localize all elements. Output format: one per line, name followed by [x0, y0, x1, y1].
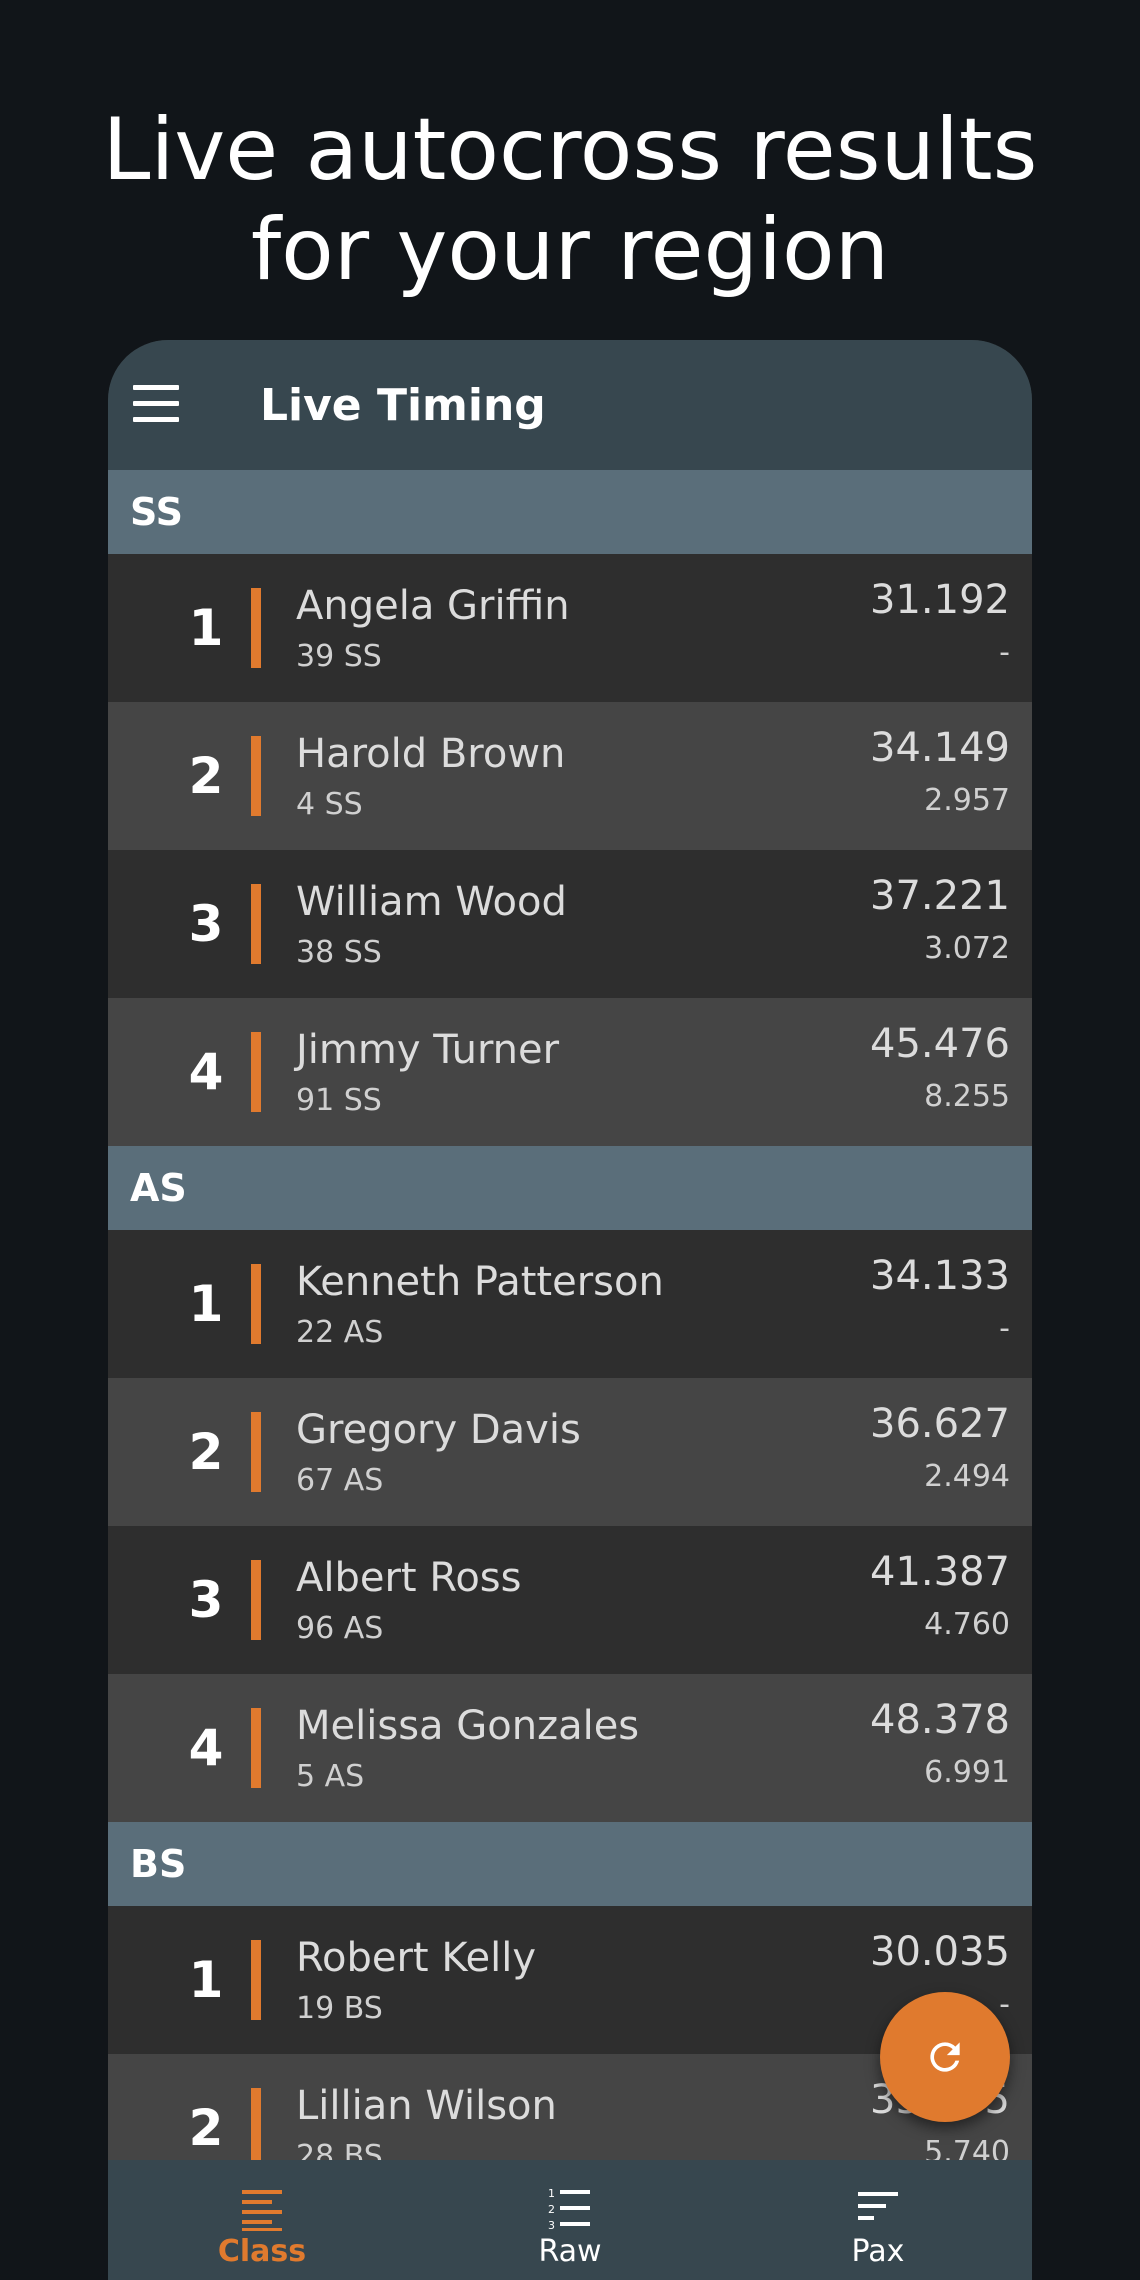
time-difference: 2.957 [924, 783, 1010, 818]
time-difference: - [999, 1311, 1010, 1346]
car-number: 5 AS [296, 1759, 365, 1794]
class-color-bar [251, 1560, 261, 1640]
time-difference: - [999, 1987, 1010, 2022]
nav-label-class: Class [217, 2234, 307, 2269]
class-color-bar [251, 884, 261, 964]
results-list[interactable]: SS 1 Angela Griffin 39 SS 31.192 - 2 Harold Bro… [108, 470, 1032, 2170]
lap-time: 48.378 [870, 1697, 1010, 1743]
position-number: 4 [188, 1043, 224, 1101]
driver-name: Melissa Gonzales [296, 1703, 640, 1749]
nav-tab-class[interactable]: Class [108, 2160, 416, 2280]
result-row[interactable]: 4 Jimmy Turner 91 SS 45.476 8.255 [108, 998, 1032, 1146]
car-number: 19 BS [296, 1991, 383, 2026]
time-difference: 6.991 [924, 1755, 1010, 1790]
bottom-navigation: Class 1 2 3 Raw Pax [108, 2160, 1032, 2280]
position-number: 2 [188, 2099, 224, 2157]
car-number: 39 SS [296, 639, 382, 674]
car-number: 4 SS [296, 787, 363, 822]
class-color-bar [251, 1032, 261, 1112]
nav-label-pax: Pax [851, 2234, 905, 2269]
position-number: 1 [188, 599, 224, 657]
class-color-bar [251, 1264, 261, 1344]
car-number: 91 SS [296, 1083, 382, 1118]
refresh-icon [930, 2042, 960, 2072]
class-header: BS [108, 1822, 1032, 1906]
lap-time: 36.627 [870, 1401, 1010, 1447]
car-number: 38 SS [296, 935, 382, 970]
class-header: SS [108, 470, 1032, 554]
driver-name: Gregory Davis [296, 1407, 581, 1453]
car-number: 67 AS [296, 1463, 384, 1498]
driver-name: Angela Griffin [296, 583, 570, 629]
car-number: 96 AS [296, 1611, 384, 1646]
position-number: 1 [188, 1951, 224, 2009]
headline-line-1: Live autocross results [102, 100, 1038, 200]
driver-name: William Wood [296, 879, 567, 925]
nav-label-raw: Raw [538, 2234, 602, 2269]
class-color-bar [251, 1708, 261, 1788]
position-number: 2 [188, 747, 224, 805]
car-number: 22 AS [296, 1315, 384, 1350]
svg-text:3: 3 [548, 2219, 555, 2232]
result-row[interactable]: 2 Gregory Davis 67 AS 36.627 2.494 [108, 1378, 1032, 1526]
class-color-bar [251, 588, 261, 668]
result-row[interactable]: 3 Albert Ross 96 AS 41.387 4.760 [108, 1526, 1032, 1674]
driver-name: Jimmy Turner [296, 1027, 560, 1073]
headline-line-2: for your region [250, 200, 890, 300]
driver-name: Kenneth Patterson [296, 1259, 664, 1305]
lap-time: 30.035 [870, 1929, 1010, 1975]
result-row[interactable]: 3 William Wood 38 SS 37.221 3.072 [108, 850, 1032, 998]
nav-tab-raw[interactable]: 1 2 3 Raw [416, 2160, 724, 2280]
time-difference: 2.494 [924, 1459, 1010, 1494]
lap-time: 37.221 [870, 873, 1010, 919]
result-row[interactable]: 4 Melissa Gonzales 5 AS 48.378 6.991 [108, 1674, 1032, 1822]
svg-text:1: 1 [548, 2187, 555, 2200]
svg-text:2: 2 [548, 2203, 555, 2216]
class-list-icon [242, 2190, 282, 2231]
class-color-bar [251, 736, 261, 816]
driver-name: Harold Brown [296, 731, 566, 777]
lap-time: 34.133 [870, 1253, 1010, 1299]
app-title: Live Timing [260, 380, 546, 431]
menu-icon[interactable] [133, 385, 179, 425]
numbered-list-icon: 1 2 3 [548, 2187, 590, 2232]
class-header: AS [108, 1146, 1032, 1230]
phone-screen: Live Timing SS 1 Angela Griffin 39 SS 31.192… [108, 340, 1032, 2280]
sort-icon [858, 2192, 898, 2220]
class-color-bar [251, 1940, 261, 2020]
result-row[interactable]: 1 Angela Griffin 39 SS 31.192 - [108, 554, 1032, 702]
class-color-bar [251, 2088, 261, 2168]
position-number: 3 [188, 895, 224, 953]
result-row[interactable]: 2 Harold Brown 4 SS 34.149 2.957 [108, 702, 1032, 850]
lap-time: 31.192 [870, 577, 1010, 623]
time-difference: 8.255 [924, 1079, 1010, 1114]
lap-time: 34.149 [870, 725, 1010, 771]
driver-name: Albert Ross [296, 1555, 522, 1601]
app-bar: Live Timing [108, 340, 1032, 470]
lap-time: 41.387 [870, 1549, 1010, 1595]
position-number: 1 [188, 1275, 224, 1333]
nav-tab-pax[interactable]: Pax [724, 2160, 1032, 2280]
time-difference: 4.760 [924, 1607, 1010, 1642]
time-difference: 3.072 [924, 931, 1010, 966]
time-difference: - [999, 635, 1010, 670]
result-row[interactable]: 1 Kenneth Patterson 22 AS 34.133 - [108, 1230, 1032, 1378]
promo-headline: Live autocross results for your region [0, 100, 1140, 300]
position-number: 2 [188, 1423, 224, 1481]
driver-name: Robert Kelly [296, 1935, 537, 1981]
lap-time: 45.476 [870, 1021, 1010, 1067]
driver-name: Lillian Wilson [296, 2083, 557, 2129]
position-number: 3 [188, 1571, 224, 1629]
position-number: 4 [188, 1719, 224, 1777]
class-color-bar [251, 1412, 261, 1492]
refresh-button[interactable] [880, 1992, 1010, 2122]
